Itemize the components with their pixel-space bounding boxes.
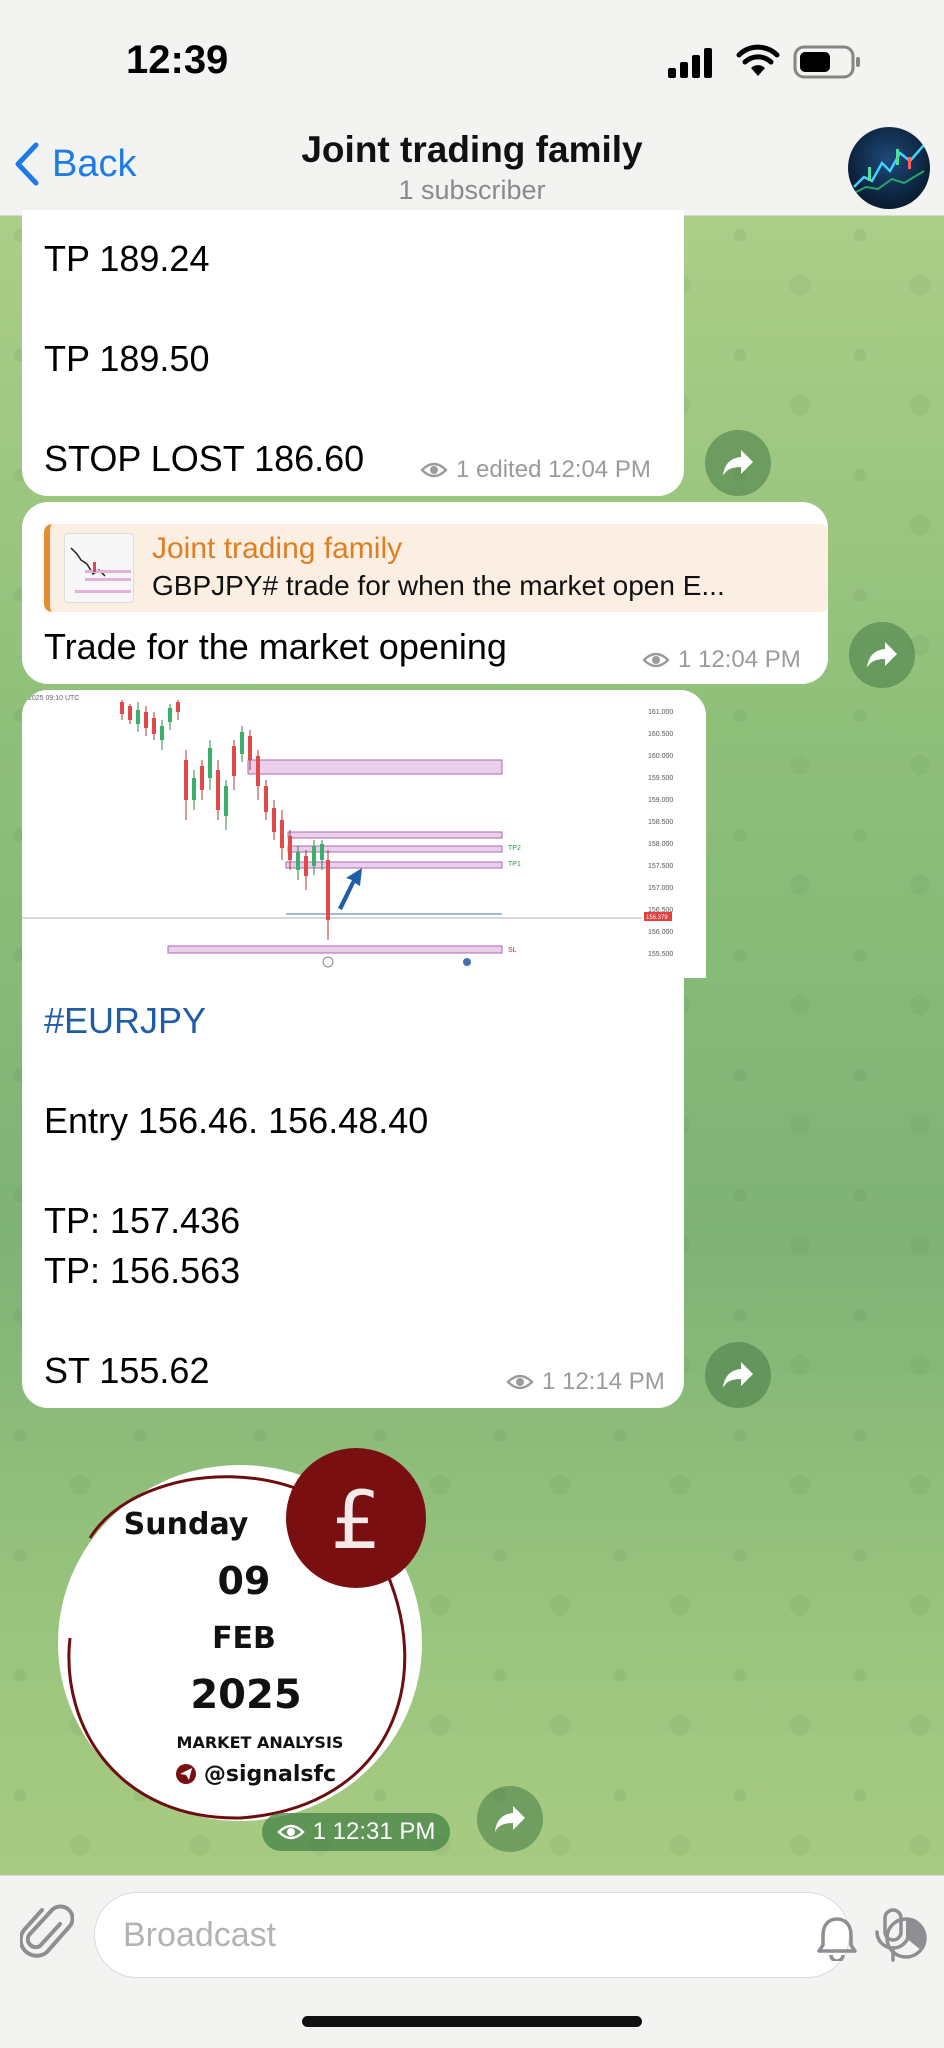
price-tick: 160.500 xyxy=(648,731,673,738)
channel-subtitle: 1 subscriber xyxy=(398,175,546,205)
message-meta: 1 12:14 PM xyxy=(506,1368,665,1396)
share-arrow-icon xyxy=(723,1362,753,1388)
share-arrow-icon xyxy=(495,1806,525,1832)
candlestick-chart: 2025 09:10 UTC 161.000 160.500 160.000 1… xyxy=(22,690,706,978)
status-bar: 12:39 xyxy=(0,0,944,125)
price-tick: 158.500 xyxy=(648,819,673,826)
current-price: 156.379 xyxy=(646,915,668,921)
channel-avatar[interactable] xyxy=(848,127,930,209)
forward-button[interactable] xyxy=(477,1786,543,1852)
sticker-caption: MARKET ANALYSIS xyxy=(177,1733,344,1752)
sticker-year: 2025 xyxy=(190,1672,301,1718)
chart-avatar-icon xyxy=(853,144,925,194)
message-line: TP 189.24 xyxy=(44,238,210,279)
price-tick: 159.500 xyxy=(648,775,673,782)
tp2-label: TP2 xyxy=(508,845,521,852)
status-time: 12:39 xyxy=(126,38,229,82)
home-indicator xyxy=(302,2016,642,2027)
reply-quote[interactable]: Joint trading family GBPJPY# trade for w… xyxy=(44,524,828,612)
message-line: TP: 156.563 xyxy=(44,1250,241,1291)
eye-icon xyxy=(642,652,670,668)
sticker-message[interactable]: £ Sunday 09 FEB 2025 MARKET ANALYSIS @si… xyxy=(50,1448,450,1828)
sticker-handle: @signalsfc xyxy=(204,1762,336,1787)
hashtag-link[interactable]: #EURJPY xyxy=(44,1000,206,1042)
chart-thumbnail-icon xyxy=(70,547,131,593)
reply-thumbnail xyxy=(64,533,134,603)
message-time: 12:04 PM xyxy=(548,456,651,483)
sticker-day: Sunday xyxy=(124,1507,249,1542)
paperclip-icon[interactable] xyxy=(20,1902,74,1962)
sticker-month: FEB xyxy=(212,1621,276,1656)
price-tick: 159.000 xyxy=(648,797,673,804)
message-time: 12:04 PM xyxy=(698,646,801,673)
message-line: Entry 156.46. 156.48.40 xyxy=(44,1100,429,1141)
message-line: TP 189.50 xyxy=(44,338,210,379)
price-tick: 157.500 xyxy=(648,863,673,870)
forward-button[interactable] xyxy=(705,1342,771,1408)
forward-button[interactable] xyxy=(705,430,771,496)
message-bubble-3[interactable]: 2025 09:10 UTC 161.000 160.500 160.000 1… xyxy=(22,690,706,1408)
market-analysis-sticker: £ Sunday 09 FEB 2025 MARKET ANALYSIS @si… xyxy=(58,1448,426,1821)
price-tick: 155.500 xyxy=(648,951,673,958)
reply-snippet: GBPJPY# trade for when the market open E… xyxy=(152,570,725,601)
chart-header-text: 2025 09:10 UTC xyxy=(28,695,79,702)
view-count: 1 xyxy=(456,456,470,483)
broadcast-input[interactable] xyxy=(123,1907,703,1963)
currency-symbol: £ xyxy=(331,1474,382,1567)
message-line: TP: 157.436 xyxy=(44,1200,241,1241)
price-tick: 157.000 xyxy=(648,885,673,892)
edited-label: edited xyxy=(476,456,542,483)
message-bubble-1[interactable]: TP 189.24 TP 189.50 STOP LOST 186.60 1 e… xyxy=(22,210,684,496)
price-tick: 161.000 xyxy=(648,709,673,716)
cellular-signal-icon xyxy=(668,48,712,78)
share-arrow-icon xyxy=(723,450,753,476)
tp1-label: TP1 xyxy=(508,861,521,868)
view-count: 1 xyxy=(678,646,692,673)
message-line: ST 155.62 xyxy=(44,1350,210,1391)
broadcast-input-container xyxy=(94,1892,927,1978)
composer-bar xyxy=(0,1875,944,2048)
price-tick: 158.000 xyxy=(648,841,673,848)
microphone-icon[interactable] xyxy=(872,1908,914,1964)
reply-author: Joint trading family xyxy=(152,532,403,565)
eye-icon xyxy=(276,1824,305,1840)
sticker-meta: 1 12:31 PM xyxy=(262,1813,450,1851)
chat-header: Back Joint trading family 1 subscriber xyxy=(0,125,944,216)
price-tick: 156.000 xyxy=(648,929,673,936)
message-meta: 1 edited 12:04 PM xyxy=(420,456,651,484)
message-bubble-2[interactable]: Joint trading family GBPJPY# trade for w… xyxy=(22,502,828,684)
price-tick: 160.000 xyxy=(648,753,673,760)
sticker-date: 09 xyxy=(218,1559,271,1603)
view-count: 1 xyxy=(312,1818,326,1845)
view-count: 1 xyxy=(542,1368,556,1395)
eye-icon xyxy=(506,1374,534,1390)
chart-image[interactable]: 2025 09:10 UTC 161.000 160.500 160.000 1… xyxy=(22,690,706,978)
eye-icon xyxy=(420,462,448,478)
wifi-icon xyxy=(736,44,780,76)
message-meta: 1 12:04 PM xyxy=(642,646,801,674)
battery-icon xyxy=(793,45,860,79)
message-text: Trade for the market opening xyxy=(44,626,507,667)
message-line: STOP LOST 186.60 xyxy=(44,438,365,479)
share-arrow-icon xyxy=(867,642,897,668)
sl-label: SL xyxy=(508,947,517,954)
bell-icon[interactable] xyxy=(815,1915,859,1961)
message-time: 12:14 PM xyxy=(562,1368,665,1395)
message-time: 12:31 PM xyxy=(332,1818,436,1845)
channel-title[interactable]: Joint trading family xyxy=(0,129,944,171)
forward-button[interactable] xyxy=(849,622,915,688)
